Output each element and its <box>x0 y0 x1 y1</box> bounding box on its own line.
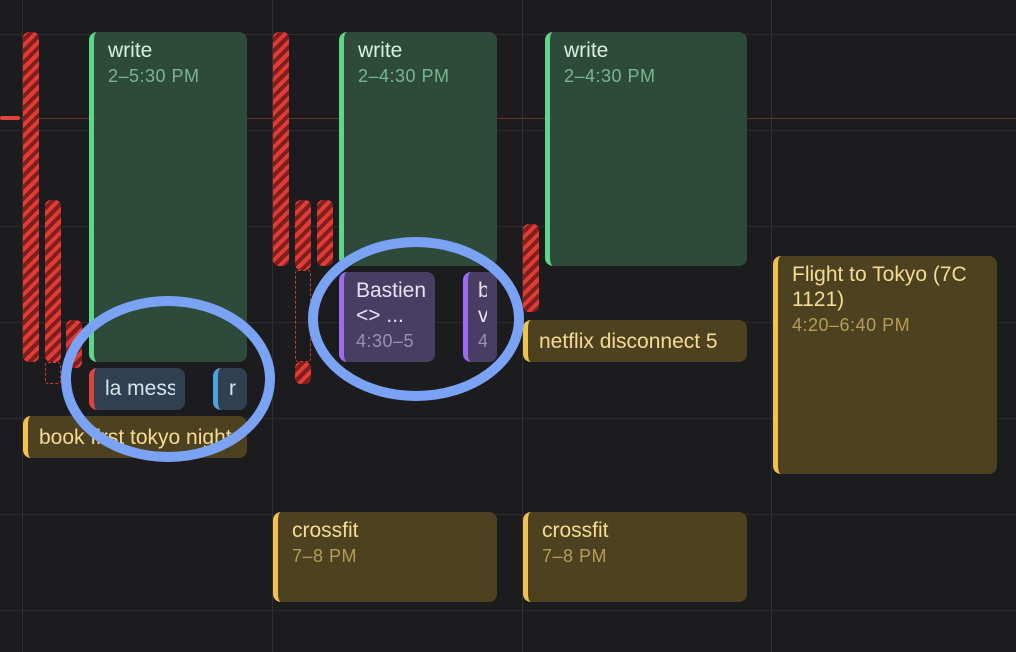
busy-block[interactable] <box>295 200 311 270</box>
event-flight-to-tokyo[interactable]: Flight to Tokyo (7C 1121) 4:20–6:40 PM <box>773 256 997 474</box>
hour-line <box>0 610 1016 611</box>
event-title: write <box>108 39 153 62</box>
event-title: netflix disconnect 5 <box>539 330 718 353</box>
event-write[interactable]: write 2–4:30 PM <box>339 32 497 266</box>
annotation-circle <box>308 237 524 401</box>
event-time: 4:20–6:40 PM <box>792 315 911 335</box>
event-crossfit[interactable]: crossfit 7–8 PM <box>273 512 497 602</box>
day-divider <box>771 0 772 652</box>
event-write[interactable]: write 2–4:30 PM <box>545 32 747 266</box>
event-title: Flight to Tokyo (7C 1121) <box>792 263 967 311</box>
hour-line <box>0 514 1016 515</box>
event-title: crossfit <box>542 519 609 542</box>
event-time: 2–4:30 PM <box>358 66 450 86</box>
current-time-indicator <box>0 116 20 120</box>
event-time: 2–5:30 PM <box>108 66 200 86</box>
busy-block[interactable] <box>23 32 39 362</box>
annotation-circle <box>61 296 275 462</box>
busy-block[interactable] <box>45 200 61 362</box>
event-time: 7–8 PM <box>292 546 358 566</box>
event-crossfit[interactable]: crossfit 7–8 PM <box>523 512 747 602</box>
event-time: 2–4:30 PM <box>564 66 656 86</box>
event-time: 7–8 PM <box>542 546 608 566</box>
busy-block[interactable] <box>523 224 539 312</box>
busy-block[interactable] <box>317 200 333 266</box>
busy-block[interactable] <box>295 362 311 384</box>
busy-block[interactable] <box>273 32 289 266</box>
event-title: write <box>358 39 403 62</box>
event-netflix-disconnect[interactable]: netflix disconnect 5 <box>523 320 747 362</box>
event-title: write <box>564 39 609 62</box>
busy-block-overflow <box>45 362 61 384</box>
event-title: crossfit <box>292 519 359 542</box>
